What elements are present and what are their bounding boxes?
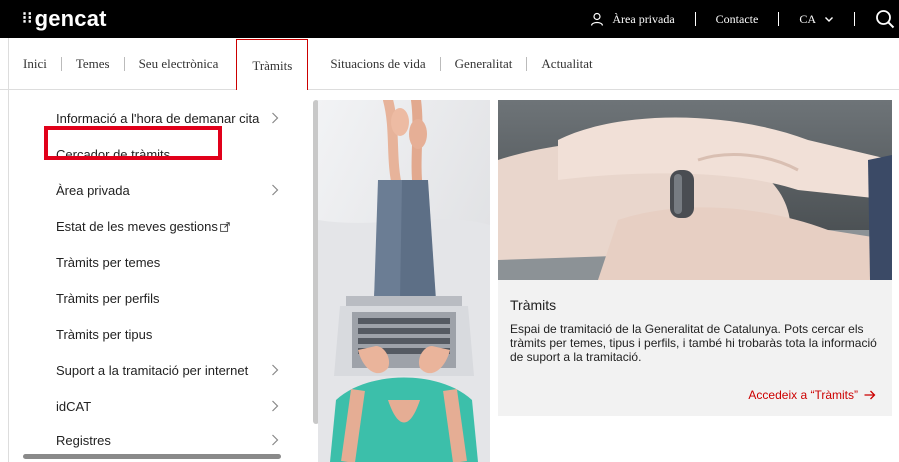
chevron-right-icon — [272, 434, 279, 446]
top-bar: ⁝⁝gencat Àrea privada Contacte CA — [0, 0, 899, 38]
nav-tramits[interactable]: Tràmits — [236, 39, 309, 93]
user-icon — [591, 12, 604, 26]
external-link-icon — [220, 221, 230, 232]
nav-actualitat[interactable]: Actualitat — [527, 38, 606, 90]
arrow-right-icon — [864, 390, 876, 400]
gencat-logo[interactable]: ⁝⁝gencat — [22, 6, 107, 32]
nav-situacions-de-vida[interactable]: Situacions de vida — [316, 38, 439, 90]
menu-item-label: Estat de les meves gestions — [56, 218, 218, 234]
accedeix-tramits-link[interactable]: Accedeix a “Tràmits” — [748, 388, 876, 402]
contacte-link[interactable]: Contacte — [716, 12, 759, 27]
horizontal-scrollbar[interactable] — [23, 454, 281, 459]
nav-generalitat[interactable]: Generalitat — [441, 38, 527, 90]
menu-item-idcat[interactable]: idCAT — [17, 388, 307, 424]
search-button[interactable] — [875, 9, 899, 29]
hands-ring-illustration — [498, 100, 892, 280]
area-privada-label: Àrea privada — [612, 11, 675, 26]
top-divider — [694, 12, 696, 26]
menu-item-label-wrap: Estat de les meves gestions — [56, 219, 230, 234]
menu-item-label: Àrea privada — [56, 182, 130, 198]
card-description: Espai de tramitació de la Generalitat de… — [510, 322, 877, 364]
language-label: CA — [799, 11, 816, 26]
menu-item-label: Tràmits per tipus — [56, 326, 153, 342]
tramits-menu: Informació a l'hora de demanar cita Cerc… — [17, 90, 317, 462]
highlight-box — [44, 126, 222, 160]
tramits-card: Tràmits Espai de tramitació de la Genera… — [498, 280, 892, 416]
menu-item-label: Suport a la tramitació per internet — [56, 362, 249, 378]
nav-inici[interactable]: Inici — [8, 38, 61, 90]
area-privada-link[interactable]: Àrea privada — [590, 11, 675, 27]
contacte-label: Contacte — [715, 11, 759, 26]
main-nav-items: Inici Temes Seu electrònica Tràmits Situ… — [8, 38, 607, 93]
menu-item-tramits-temes[interactable]: Tràmits per temes — [17, 244, 307, 280]
language-selector[interactable]: CA — [799, 12, 834, 27]
menu-item-label: Tràmits per perfils — [56, 290, 160, 306]
top-divider — [778, 12, 780, 26]
hands-ring-image — [498, 100, 892, 280]
menu-item-estat-gestions[interactable]: Estat de les meves gestions — [17, 208, 307, 244]
menu-item-label: idCAT — [56, 398, 92, 414]
top-divider — [854, 12, 855, 26]
menu-item-tramits-tipus[interactable]: Tràmits per tipus — [17, 316, 307, 352]
chevron-down-icon — [825, 17, 833, 22]
laptop-person-image — [318, 100, 490, 462]
menu-item-label: Informació a l'hora de demanar cita — [56, 110, 260, 126]
chevron-right-icon — [272, 112, 279, 124]
chevron-right-icon — [272, 184, 279, 196]
search-icon — [876, 10, 895, 29]
top-right-links: Àrea privada Contacte CA — [590, 0, 899, 38]
menu-item-label: Registres — [56, 432, 111, 448]
nav-seu-electronica[interactable]: Seu electrònica — [125, 38, 233, 90]
menu-item-area-privada[interactable]: Àrea privada — [17, 172, 307, 208]
card-link-label: Accedeix a “Tràmits” — [748, 388, 858, 402]
card-title: Tràmits — [510, 297, 557, 313]
chevron-right-icon — [272, 364, 279, 376]
menu-item-label: Tràmits per temes — [56, 254, 161, 270]
menu-item-tramits-perfils[interactable]: Tràmits per perfils — [17, 280, 307, 316]
nav-temes[interactable]: Temes — [62, 38, 124, 90]
menu-item-suport-tramitacio[interactable]: Suport a la tramitació per internet — [17, 352, 307, 388]
logo-mark: ⁝⁝ — [22, 10, 33, 27]
chevron-right-icon — [272, 400, 279, 412]
laptop-person-illustration — [318, 100, 490, 462]
menu-item-registres[interactable]: Registres — [17, 422, 307, 458]
main-nav: Inici Temes Seu electrònica Tràmits Situ… — [0, 38, 899, 93]
logo-text: gencat — [34, 6, 107, 31]
